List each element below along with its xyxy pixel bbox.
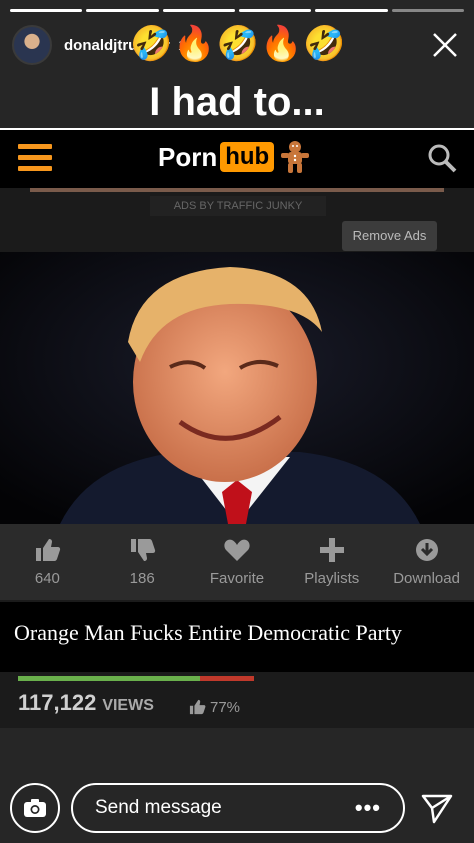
- story-caption: I had to...: [149, 80, 325, 124]
- portrait-image: [0, 252, 474, 524]
- favorite-button: Favorite: [190, 524, 285, 600]
- camera-button[interactable]: [10, 783, 60, 833]
- rating-percent: 77%: [188, 698, 240, 716]
- like-count: 640: [34, 570, 60, 587]
- rating-value: 77%: [210, 698, 241, 716]
- progress-segment: [10, 9, 83, 12]
- video-title-box: Orange Man Fucks Entire Democratic Party: [0, 602, 474, 672]
- send-message-input[interactable]: Send message •••: [71, 783, 405, 833]
- send-icon[interactable]: [420, 791, 454, 825]
- favorite-label: Favorite: [209, 570, 265, 587]
- view-count-label: VIEWS: [102, 697, 154, 714]
- remove-ads-button: Remove Ads: [342, 221, 437, 251]
- video-title: Orange Man Fucks Entire Democratic Party: [14, 620, 402, 645]
- download-button: Download: [379, 524, 474, 600]
- story-viewer: donaldjtrumpjr 18h 🤣🔥🤣🔥🤣 I had to... Por…: [0, 0, 474, 843]
- menu-icon: [18, 144, 52, 172]
- progress-segment: [391, 9, 464, 12]
- logo-text-hub: hub: [220, 142, 275, 172]
- message-placeholder: Send message: [95, 797, 222, 818]
- emoji-sticker: 🤣🔥🤣🔥🤣: [130, 24, 347, 64]
- playlists-button: Playlists: [284, 524, 379, 600]
- screenshot-content: Porn hub ADS BY TRAFFIC JUNKY Remove Ads…: [0, 128, 474, 728]
- video-actions: 640 186 Favorite Playlists Download: [0, 524, 474, 600]
- site-header: Porn hub: [0, 130, 474, 188]
- rating-bar: [18, 676, 254, 681]
- story-header: donaldjtrumpjr 18h 🤣🔥🤣🔥🤣: [12, 22, 462, 68]
- thumbs-up-icon: [36, 539, 61, 561]
- ad-banner: [30, 188, 444, 192]
- download-icon: [415, 539, 438, 561]
- search-icon: [428, 144, 457, 173]
- progress-segment: [315, 9, 388, 12]
- progress-segment: [86, 9, 159, 12]
- ad-label: ADS BY TRAFFIC JUNKY: [150, 196, 326, 216]
- rating-bar-fill: [18, 676, 200, 681]
- story-progress: [10, 9, 464, 12]
- playlists-label: Playlists: [304, 570, 360, 587]
- download-label: Download: [393, 570, 460, 587]
- site-logo: Porn hub: [158, 139, 312, 175]
- gingerbread-icon: [281, 141, 310, 173]
- plus-icon: [319, 538, 344, 562]
- view-count: 117,122 VIEWS: [18, 690, 154, 716]
- dislike-count: 186: [129, 570, 155, 587]
- more-options-icon[interactable]: •••: [355, 795, 381, 821]
- like-button: 640: [0, 524, 95, 600]
- heart-icon: [224, 539, 250, 561]
- view-count-number: 117,122: [18, 690, 97, 715]
- progress-segment: [238, 9, 312, 12]
- close-icon[interactable]: [430, 30, 460, 60]
- dislike-button: 186: [95, 524, 190, 600]
- progress-segment: [162, 9, 235, 12]
- camera-icon: [24, 799, 46, 817]
- logo-text-porn: Porn: [158, 141, 218, 172]
- thumbs-down-icon: [131, 539, 156, 561]
- avatar[interactable]: [12, 25, 52, 65]
- video-thumbnail: [0, 252, 474, 524]
- thumbs-up-icon: [189, 699, 206, 715]
